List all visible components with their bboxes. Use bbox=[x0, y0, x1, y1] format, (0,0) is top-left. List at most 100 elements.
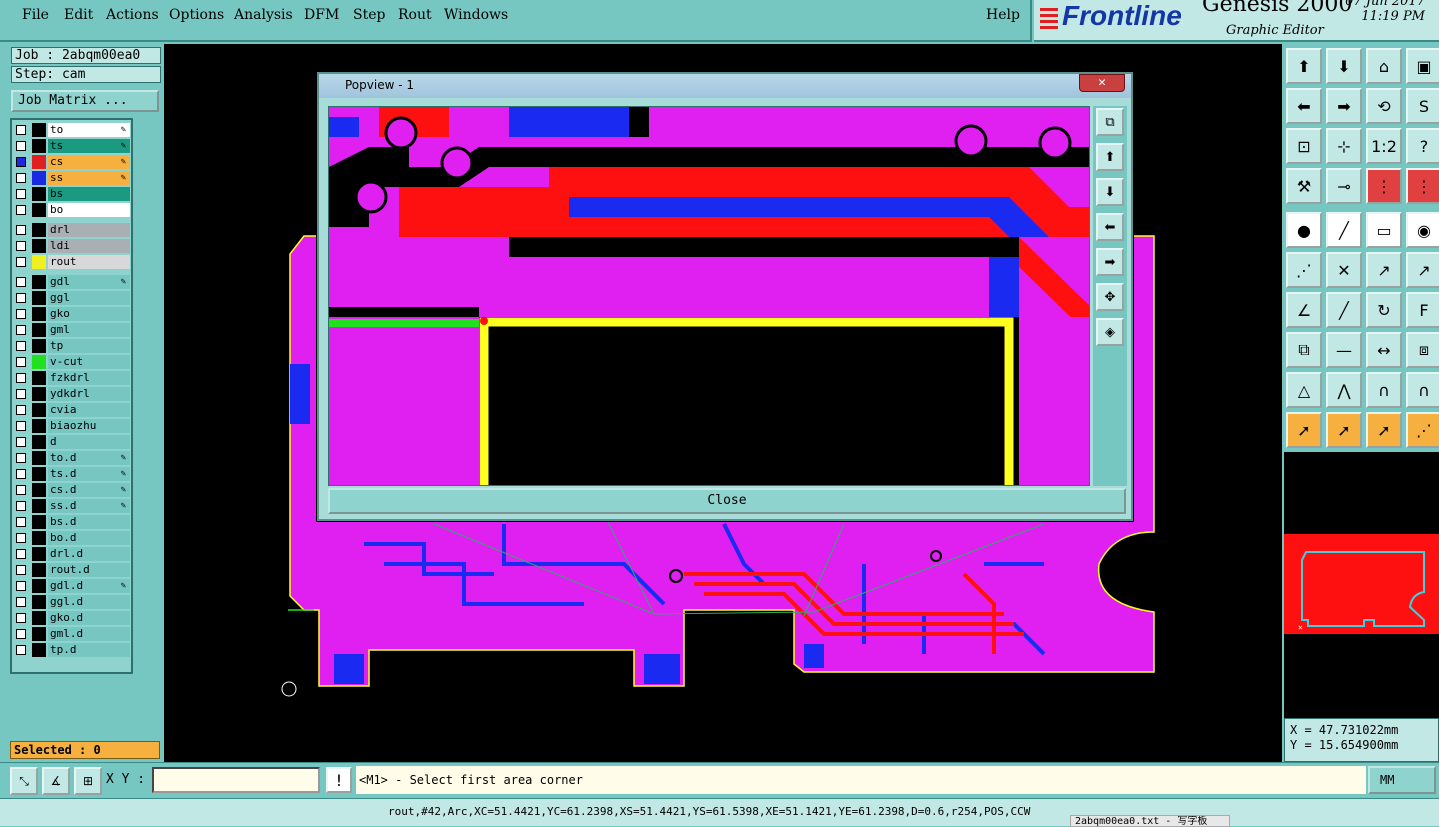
zoom-window-icon[interactable]: ⧉ bbox=[1096, 108, 1124, 136]
zoom-home-icon[interactable]: ◈ bbox=[1096, 318, 1124, 346]
units-select[interactable]: MM bbox=[1368, 766, 1436, 794]
layer-checkbox[interactable] bbox=[16, 309, 26, 319]
text-icon[interactable]: F bbox=[1406, 292, 1439, 328]
layer-row[interactable]: bo.d bbox=[14, 531, 132, 545]
popview-close-button[interactable]: Close bbox=[328, 488, 1126, 514]
pan-left-icon[interactable]: ⬅ bbox=[1286, 88, 1322, 124]
overview-panel[interactable]: × bbox=[1284, 452, 1439, 718]
pan-left-icon[interactable]: ⬅ bbox=[1096, 213, 1124, 241]
layer-color-swatch[interactable] bbox=[32, 467, 46, 481]
drag-icon[interactable]: ↗ bbox=[1406, 252, 1439, 288]
cross-icon[interactable]: ✕ bbox=[1326, 252, 1362, 288]
layer-row[interactable]: to.d ✎ bbox=[14, 451, 132, 465]
circle-icon[interactable]: ◉ bbox=[1406, 212, 1439, 248]
pan-down-icon[interactable]: ⬇ bbox=[1096, 178, 1124, 206]
diag-line-icon[interactable]: ╱ bbox=[1326, 292, 1362, 328]
layer-color-swatch[interactable] bbox=[32, 531, 46, 545]
layer-checkbox[interactable] bbox=[16, 453, 26, 463]
menu-analysis[interactable]: Analysis bbox=[234, 7, 293, 23]
layer-row[interactable]: ts.d ✎ bbox=[14, 467, 132, 481]
layer-checkbox[interactable] bbox=[16, 565, 26, 575]
layer-color-swatch[interactable] bbox=[32, 547, 46, 561]
snap-grid-icon[interactable]: ⤡ bbox=[10, 767, 38, 795]
layer-color-swatch[interactable] bbox=[32, 323, 46, 337]
layer-checkbox[interactable] bbox=[16, 389, 26, 399]
popview-titlebar[interactable]: Popview - 1 bbox=[319, 74, 1131, 98]
layer-color-swatch[interactable] bbox=[32, 515, 46, 529]
menu-file[interactable]: File bbox=[22, 7, 49, 23]
layer-row[interactable]: ydkdrl bbox=[14, 387, 132, 401]
layer-color-swatch[interactable] bbox=[32, 223, 46, 237]
layer-color-swatch[interactable] bbox=[32, 611, 46, 625]
layer-row[interactable]: ldi bbox=[14, 239, 132, 253]
layer-color-swatch[interactable] bbox=[32, 275, 46, 289]
layer-color-swatch[interactable] bbox=[32, 255, 46, 269]
arc-icon[interactable]: ⋀ bbox=[1326, 372, 1362, 408]
layer-row[interactable]: bo bbox=[14, 203, 132, 217]
layer-color-swatch[interactable] bbox=[32, 451, 46, 465]
measure-icon[interactable]: ⚒ bbox=[1286, 168, 1322, 204]
layer-row[interactable]: bs.d bbox=[14, 515, 132, 529]
layer-checkbox[interactable] bbox=[16, 437, 26, 447]
node-icon[interactable]: ⋰ bbox=[1286, 252, 1322, 288]
arch2-icon[interactable]: ∩ bbox=[1406, 372, 1439, 408]
layer-checkbox[interactable] bbox=[16, 421, 26, 431]
help-icon[interactable]: ? bbox=[1406, 128, 1439, 164]
layer-checkbox[interactable] bbox=[16, 533, 26, 543]
scale-icon[interactable]: 1:2 bbox=[1366, 128, 1402, 164]
ruler-icon[interactable]: ▭ bbox=[1366, 212, 1402, 248]
probe-icon[interactable]: ⊸ bbox=[1326, 168, 1362, 204]
pan-down-icon[interactable]: ⬇ bbox=[1326, 48, 1362, 84]
layer-color-swatch[interactable] bbox=[32, 239, 46, 253]
layer-color-swatch[interactable] bbox=[32, 187, 46, 201]
net-icon[interactable]: ⋮ bbox=[1366, 168, 1402, 204]
layer-row[interactable]: gml.d bbox=[14, 627, 132, 641]
pan-right-icon[interactable]: ➡ bbox=[1096, 248, 1124, 276]
pan-right-icon[interactable]: ➡ bbox=[1326, 88, 1362, 124]
layer-color-swatch[interactable] bbox=[32, 291, 46, 305]
layer-color-swatch[interactable] bbox=[32, 419, 46, 433]
job-matrix-button[interactable]: Job Matrix ... bbox=[11, 90, 159, 112]
layer-color-swatch[interactable] bbox=[32, 139, 46, 153]
xy-input[interactable] bbox=[152, 767, 320, 793]
layer-checkbox[interactable] bbox=[16, 341, 26, 351]
select-box-icon[interactable]: ➚ bbox=[1326, 412, 1362, 448]
pad-icon[interactable]: ● bbox=[1286, 212, 1322, 248]
layer-color-swatch[interactable] bbox=[32, 123, 46, 137]
line-icon[interactable]: ╱ bbox=[1326, 212, 1362, 248]
copy-icon[interactable]: ⧉ bbox=[1286, 332, 1322, 368]
layer-row[interactable]: v-cut bbox=[14, 355, 132, 369]
layer-row[interactable]: rout.d bbox=[14, 563, 132, 577]
layer-row[interactable]: gdl ✎ bbox=[14, 275, 132, 289]
layer-row[interactable]: gko bbox=[14, 307, 132, 321]
layer-checkbox[interactable] bbox=[16, 141, 26, 151]
layer-row[interactable]: ggl.d bbox=[14, 595, 132, 609]
layer-row[interactable]: d bbox=[14, 435, 132, 449]
layer-color-swatch[interactable] bbox=[32, 595, 46, 609]
layer-row[interactable]: tp bbox=[14, 339, 132, 353]
hline-icon[interactable]: — bbox=[1326, 332, 1362, 368]
layer-color-swatch[interactable] bbox=[32, 403, 46, 417]
layer-row[interactable]: to ✎ bbox=[14, 123, 132, 137]
menu-step[interactable]: Step bbox=[353, 7, 385, 23]
dim-icon[interactable]: ↔ bbox=[1366, 332, 1402, 368]
layer-color-swatch[interactable] bbox=[32, 499, 46, 513]
window-icon[interactable]: ▣ bbox=[1406, 48, 1439, 84]
layer-checkbox[interactable] bbox=[16, 405, 26, 415]
layer-row[interactable]: gko.d bbox=[14, 611, 132, 625]
layer-row[interactable]: cvia bbox=[14, 403, 132, 417]
layer-checkbox[interactable] bbox=[16, 125, 26, 135]
layer-checkbox[interactable] bbox=[16, 629, 26, 639]
select-icon[interactable]: ➚ bbox=[1286, 412, 1322, 448]
layer-checkbox[interactable] bbox=[16, 469, 26, 479]
layer-color-swatch[interactable] bbox=[32, 203, 46, 217]
zoom-in-icon[interactable]: ⊡ bbox=[1286, 128, 1322, 164]
menu-windows[interactable]: Windows bbox=[444, 7, 508, 23]
layer-row[interactable]: bs bbox=[14, 187, 132, 201]
menu-rout[interactable]: Rout bbox=[398, 7, 432, 23]
menu-options[interactable]: Options bbox=[169, 7, 224, 23]
layer-color-swatch[interactable] bbox=[32, 579, 46, 593]
layer-color-swatch[interactable] bbox=[32, 307, 46, 321]
layer-checkbox[interactable] bbox=[16, 205, 26, 215]
warning-icon[interactable]: ! bbox=[326, 767, 352, 793]
